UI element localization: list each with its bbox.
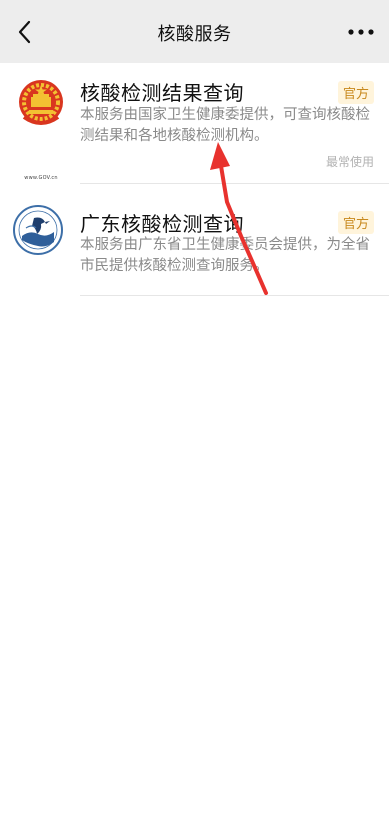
logo-caption: www.GOV.cn bbox=[24, 175, 58, 181]
official-badge: 官方 bbox=[337, 211, 374, 234]
service-item-nucleic-result[interactable]: www.GOV.cn 核酸检测结果查询 官方 本服务由国家卫生健康委提供，可查询… bbox=[0, 63, 389, 184]
service-title: 广东核酸检测查询 bbox=[80, 212, 244, 236]
most-used-label: 最常使用 bbox=[325, 155, 374, 169]
service-title: 核酸检测结果查询 bbox=[80, 81, 244, 105]
navigation-bar: 核酸服务 bbox=[0, 0, 389, 63]
more-dots-icon[interactable] bbox=[347, 22, 375, 42]
page-title: 核酸服务 bbox=[157, 24, 232, 45]
service-item-guangdong[interactable]: 广东核酸检测查询 官方 本服务由广东省卫生健康委员会提供，为全省市民提供核酸检测… bbox=[0, 184, 389, 296]
official-badge: 官方 bbox=[337, 81, 374, 104]
service-description: 本服务由国家卫生健康委提供，可查询核酸检测结果和各地核酸检测机构。 bbox=[80, 107, 370, 144]
national-emblem-icon bbox=[19, 80, 63, 125]
service-description: 本服务由广东省卫生健康委员会提供，为全省市民提供核酸检测查询服务。 bbox=[80, 237, 370, 274]
guangdong-health-logo-icon bbox=[13, 205, 63, 255]
divider bbox=[80, 295, 389, 296]
